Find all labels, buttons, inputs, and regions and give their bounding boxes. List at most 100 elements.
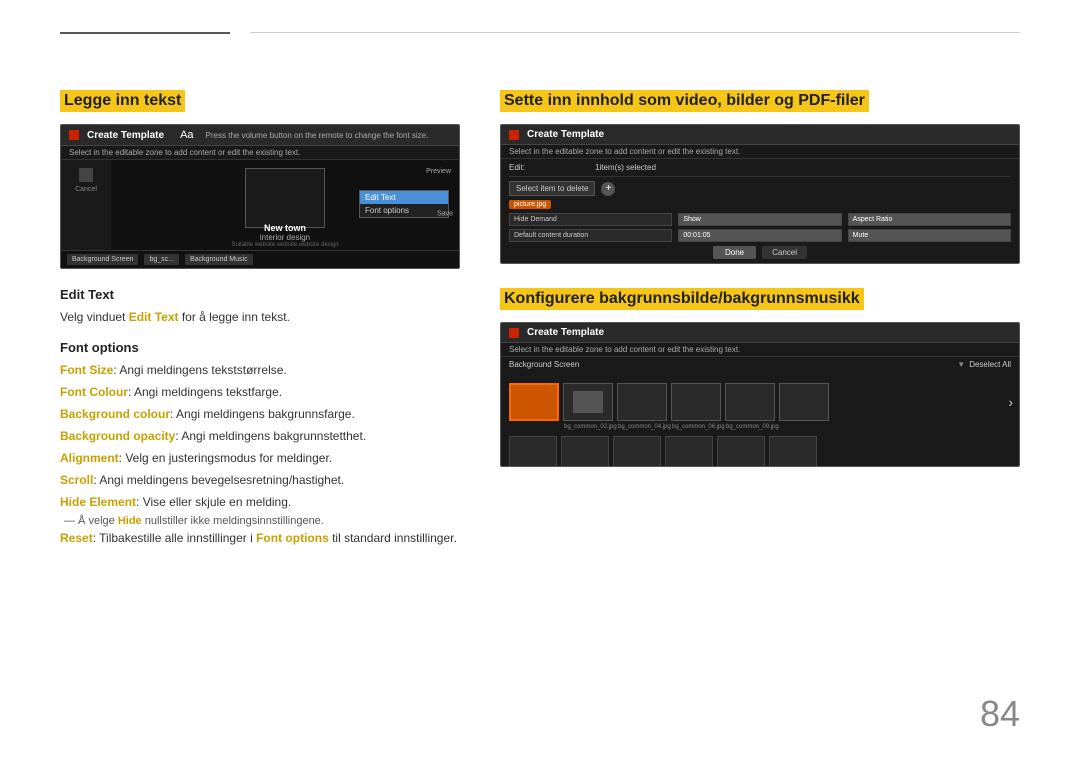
edit-text-popup-header: Edit Text	[360, 191, 448, 204]
ct-plus-btn[interactable]: +	[601, 182, 615, 196]
alignment-label: Alignment	[60, 451, 119, 465]
ct-bg-thumb2-1[interactable]: bg_common_01.jpg	[509, 436, 557, 467]
ct-chevron-right-icon[interactable]: ›	[1008, 394, 1013, 410]
ct-mute-field: Mute	[848, 229, 1011, 242]
ct-bg-thumb-selected[interactable]	[509, 383, 559, 421]
ct-bg-thumb2-3[interactable]: bg_common_03.jpg	[613, 436, 661, 467]
ct-edit-label: Edit:	[509, 163, 589, 172]
font-size-label: Font Size	[60, 363, 113, 377]
reset-font-options: Font options	[256, 531, 329, 545]
ct-header-title-rb: Create Template	[527, 327, 604, 338]
top-divider-left	[60, 32, 230, 34]
ct-text-new-town: New town	[231, 223, 338, 233]
edit-text-subtitle: Edit Text	[60, 287, 460, 302]
ct-text-block: New town interior design Suitable websit…	[231, 223, 338, 248]
ct-sub-note-rt: Select in the editable zone to add conte…	[501, 145, 1019, 159]
ct-header-rb: Create Template	[501, 323, 1019, 343]
ct-cancel-btn-rt[interactable]: Cancel	[762, 246, 807, 259]
hide-note-highlight: Hide	[118, 515, 142, 527]
ct-bg-thumb-1[interactable]: bg_common_02.jpg	[563, 383, 613, 421]
right-column: Sette inn innhold som video, bilder og P…	[500, 90, 1020, 551]
right-top-section: Sette inn innhold som video, bilder og P…	[500, 90, 1020, 264]
right-top-screenshot: Create Template Select in the editable z…	[500, 124, 1020, 264]
right-bottom-screenshot: Create Template Select in the editable z…	[500, 322, 1020, 467]
left-section-title: Legge inn tekst	[60, 90, 185, 112]
ct-header-icon-rb	[509, 328, 519, 338]
edit-text-body-suffix: for å legge inn tekst.	[179, 310, 290, 324]
ct-deselect-all-btn[interactable]: Deselect All	[969, 360, 1011, 369]
ct-bg-thumb2-6[interactable]: bg_commo...	[769, 436, 817, 467]
ct-btn-bg-screen: Background Screen	[67, 254, 138, 265]
ct-header-icon-rt	[509, 130, 519, 140]
edit-text-popup-font-options: Font options	[360, 204, 448, 217]
ct-btn-bg: bg_sc...	[144, 254, 179, 265]
right-bottom-title: Konfigurere bakgrunnsbilde/bakgrunnsmusi…	[500, 288, 864, 310]
edit-text-body-prefix: Velg vinduet	[60, 310, 129, 324]
ct-bg-thumb-3[interactable]: bg_common_06.jpg	[671, 383, 721, 421]
ct-duration-field: Default content duration	[509, 229, 672, 242]
alignment-item: Alignment: Velg en justeringsmodus for m…	[60, 449, 460, 467]
font-options-title: Font options	[60, 340, 460, 355]
ct-form-row1: Hide Demand Show Aspect Ratio	[509, 213, 1011, 226]
ct-bg-scroll-row2: bg_common_01.jpg bg_common_02.jpg bg_com…	[501, 432, 1019, 467]
ct-sidebar-icon-cancel	[79, 168, 93, 182]
ct-bg-thumb-label-2: bg_common_04.jpg	[618, 424, 666, 430]
ct-preview-label: Preview	[426, 168, 451, 175]
ct-bg-thumb2-4[interactable]: bg_common_07.jpg	[665, 436, 713, 467]
bg-opacity-label: Background opacity	[60, 429, 175, 443]
ct-bg-thumb2-5[interactable]: bg_common_11.jpg	[717, 436, 765, 467]
ct-header-right-top: Create Template	[501, 125, 1019, 145]
top-divider-right	[250, 32, 1020, 33]
edit-text-popup: Edit Text Font options	[359, 190, 449, 218]
edit-text-highlight: Edit Text	[129, 310, 179, 324]
ct-header-title-rt: Create Template	[527, 129, 604, 140]
reset-item: Reset: Tilbakestille alle innstillinger …	[60, 529, 460, 547]
bg-colour-item: Background colour: Angi meldingens bakgr…	[60, 405, 460, 423]
ct-rt-body: Edit: 1item(s) selected Select item to d…	[501, 159, 1019, 263]
ct-bg-scroll-row1: bg_common_02.jpg bg_common_04.jpg bg_com…	[501, 372, 1019, 432]
bg-opacity-item: Background opacity: Angi meldingens bakg…	[60, 427, 460, 445]
ct-edit-row: Edit: 1item(s) selected	[509, 163, 1011, 172]
reset-label: Reset	[60, 531, 93, 545]
ct-sub-note-rb: Select in the editable zone to add conte…	[501, 343, 1019, 357]
ct-form-row2: Default content duration 00:01:05 Mute	[509, 229, 1011, 242]
ct-header-title-left: Create Template	[87, 130, 164, 141]
ct-bg-header-row: Background Screen ▼ Deselect All	[501, 357, 1019, 372]
left-column: Legge inn tekst Create Template Aa Press…	[60, 90, 460, 551]
right-top-title: Sette inn innhold som video, bilder og P…	[500, 90, 869, 112]
ct-header-icon-left	[69, 130, 79, 140]
ct-save-btn: Save	[437, 211, 453, 218]
ct-select-delete-btn[interactable]: Select item to delete	[509, 181, 595, 196]
scroll-item: Scroll: Angi meldingens bevegelsesretnin…	[60, 471, 460, 489]
ct-bg-thumb-label-3: bg_common_06.jpg	[672, 424, 720, 430]
hide-note: — Å velge Hide nullstiller ikke meldings…	[60, 515, 460, 527]
font-colour-label: Font Colour	[60, 385, 128, 399]
ct-dropdown-icon: ▼	[957, 360, 965, 369]
ct-bg-thumb-4[interactable]: bg_common_09.jpg	[725, 383, 775, 421]
ct-bg-screen-label: Background Screen	[509, 360, 579, 369]
ct-sidebar-label-cancel: Cancel	[75, 186, 97, 193]
ct-orange-tag: picture.jpg	[509, 200, 551, 209]
ct-bottom-bar: Background Screen bg_sc... Background Mu…	[61, 250, 459, 268]
ct-show-field: Show	[678, 213, 841, 226]
ct-header-note-left: Press the volume button on the remote to…	[206, 131, 429, 140]
ct-text-small: Suitable website website website design	[231, 242, 338, 248]
scroll-label: Scroll	[60, 473, 93, 487]
edit-text-body: Velg vinduet Edit Text for å legge inn t…	[60, 308, 460, 326]
ct-done-btn-rt[interactable]: Done	[713, 246, 756, 259]
ct-text-interior: interior design	[231, 233, 338, 242]
ct-bg-thumb-2[interactable]: bg_common_04.jpg	[617, 383, 667, 421]
ct-select-delete-row: Select item to delete +	[509, 181, 1011, 196]
ct-duration-value: 00:01:05	[678, 229, 841, 242]
ct-bg-thumb-5[interactable]	[779, 383, 829, 421]
ct-bg-thumb2-2[interactable]: bg_common_02.jpg	[561, 436, 609, 467]
ct-edit-value: 1item(s) selected	[595, 163, 1011, 172]
page-number: 84	[980, 693, 1020, 735]
hide-element-item: Hide Element: Vise eller skjule en meldi…	[60, 493, 460, 511]
hide-element-label: Hide Element	[60, 495, 136, 509]
ct-preview-area	[245, 168, 325, 228]
font-size-item: Font Size: Angi meldingens tekststørrels…	[60, 361, 460, 379]
ct-btn-row-rt: Done Cancel	[509, 246, 1011, 259]
bg-colour-label: Background colour	[60, 407, 170, 421]
ct-aspect-ratio-field: Aspect Ratio	[848, 213, 1011, 226]
